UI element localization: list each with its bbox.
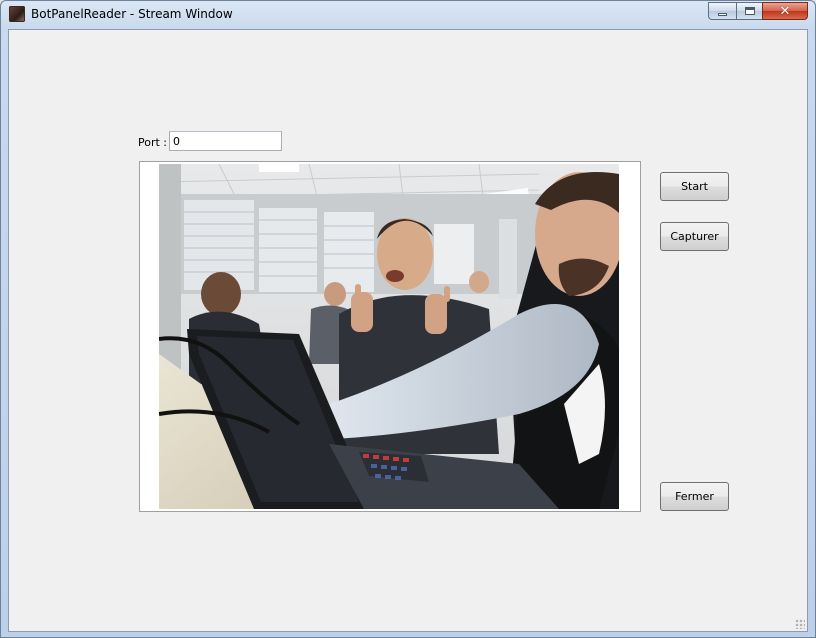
resize-grip-icon[interactable] [795, 619, 805, 629]
minimize-button[interactable] [708, 2, 736, 20]
app-icon[interactable] [9, 6, 25, 22]
close-button[interactable]: Fermer [660, 482, 729, 511]
caption-buttons: ✕ [708, 2, 808, 21]
app-window: BotPanelReader - Stream Window ✕ Port : [0, 0, 816, 638]
capture-button[interactable]: Capturer [660, 222, 729, 251]
close-window-button[interactable]: ✕ [762, 2, 808, 20]
client-area: Port : 0 Start Capturer Fermer [8, 29, 808, 632]
title-bar[interactable]: BotPanelReader - Stream Window ✕ [1, 1, 815, 29]
port-input[interactable] [169, 131, 282, 151]
window-title: BotPanelReader - Stream Window [31, 7, 233, 21]
maximize-icon [744, 7, 755, 15]
minimize-icon [718, 12, 727, 16]
stream-frame [139, 161, 641, 512]
maximize-button[interactable] [736, 2, 762, 20]
start-button[interactable]: Start [660, 172, 729, 201]
webcam-stream-image [159, 164, 619, 509]
port-label: Port : [138, 136, 168, 149]
close-icon: ✕ [779, 3, 791, 19]
